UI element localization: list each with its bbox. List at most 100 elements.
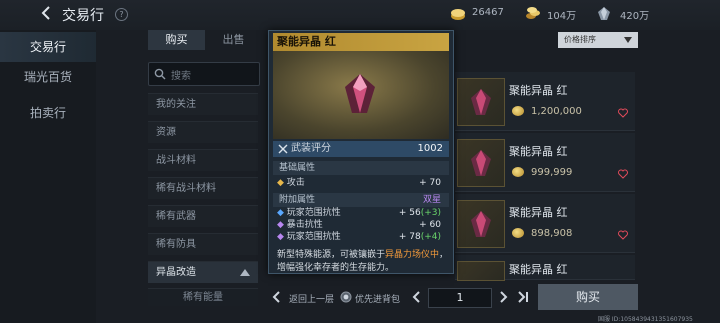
page-last-icon[interactable] [516,290,530,304]
base-attr-header: 基础属性 [273,161,449,175]
item-tooltip: 聚能异晶 红 武装评分 1002 基础属性 ◆ 攻击 + 70 附加属性 双星 … [268,30,454,274]
listing-price: 898,908 [531,228,573,239]
listing-name: 聚能异晶 红 [509,145,568,158]
crystal-item-icon [471,211,491,237]
extra-attr-row: ◆ 暴击抗性 + 60 [277,219,447,231]
attr-name: 暴击抗性 [286,220,323,230]
item-description: 新型特殊能源，可被镶嵌于异晶力场仪中，增幅强化幸存者的生存能力。 [277,249,449,275]
back-arrow-icon[interactable] [38,5,54,21]
extra-attr-row: ◆ 玩家范围抗性 + 56(+3) [277,207,447,219]
sidebar-item-trade[interactable]: 交易行 [0,32,96,62]
crystal-icon [598,7,610,20]
price-coin-icon [512,167,524,177]
attr-name: 玩家范围抗性 [286,208,341,218]
tab-buy[interactable]: 购买 [148,30,205,50]
listing-row[interactable]: 聚能异晶 红 1,200,000 [455,72,635,131]
sidebar: 交易行 瑞光百货 拍卖行 [0,30,96,323]
attr-value: + 70 [419,178,441,188]
top-bar: 交易行 ? 26467 104万 420万 [0,0,720,30]
sidebar-item-department-store[interactable]: 瑞光百货 [0,62,96,92]
attr-value: + 56 [398,208,421,218]
attr-name: 玩家范围抗性 [286,232,341,242]
attr-value-group: + 78(+4) [399,231,441,243]
item-thumbnail [457,78,505,126]
listing-name: 聚能异晶 红 [509,84,568,97]
gold-amount: 26467 [472,7,504,18]
radio-toggle-icon[interactable] [340,291,352,303]
diamond-bullet-icon: ◆ [277,178,284,188]
category-label: 异晶改造 [156,267,196,278]
listing-row[interactable]: 聚能异晶 红 898,908 [455,194,635,253]
crystal-item-icon [471,89,491,115]
item-art [273,51,449,139]
favorite-heart-icon[interactable] [618,108,628,118]
caret-up-icon [240,269,250,276]
help-icon[interactable]: ? [115,8,128,21]
gold-coin-icon [451,9,465,20]
page-number[interactable]: 1 [428,288,492,308]
crystal-item-icon [471,150,491,176]
extra-attr-title: 附加属性 [279,195,316,205]
extra-attr-header: 附加属性 双星 [273,193,449,207]
chevron-down-icon [624,37,632,43]
score-label: 武装评分 [291,143,331,154]
back-level-button[interactable]: 返回上一层 [289,292,334,305]
subcategory-item[interactable]: 稀有能量 [148,288,258,306]
diamond-bullet-icon: ◆ [277,232,284,242]
extra-attr-row: ◆ 玩家范围抗性 + 78(+4) [277,231,447,243]
listing-name: 聚能异晶 红 [509,206,568,219]
page-prev-icon[interactable] [410,290,424,304]
category-item[interactable]: 战斗材料 [148,149,258,171]
desc-text: 新型特殊能源，可被镶嵌于 [277,250,386,260]
category-item[interactable]: 我的关注 [148,93,258,115]
attr-value-group: + 56(+3) [399,207,441,219]
item-thumbnail [457,200,505,248]
favorite-heart-icon[interactable] [618,230,628,240]
category-item-open[interactable]: 异晶改造 [148,261,258,283]
listing-row[interactable]: 聚能异晶 红 999,999 [455,133,635,192]
category-item[interactable]: 资源 [148,121,258,143]
price-coin-icon [512,106,524,116]
price-coin-icon [512,228,524,238]
sort-dropdown[interactable]: 价格排序 [558,32,638,48]
listing-name: 聚能异晶 红 [509,263,568,276]
search-input[interactable]: 搜索 [148,62,260,86]
prefer-bag-label[interactable]: 优先进背包 [355,292,400,305]
page-next-icon[interactable] [496,290,510,304]
desc-highlight: 异晶力场仪中 [385,250,440,260]
attr-bonus: (+4) [420,232,441,242]
base-attr-row: ◆ 攻击 + 70 [277,177,447,189]
coin-stack-icon [526,7,540,19]
diamond-bullet-icon: ◆ [277,208,284,218]
armament-score-bar: 武装评分 1002 [273,141,449,157]
search-placeholder: 搜索 [171,71,191,82]
user-id-label: 国服 ID:1058439431351607935 [598,316,693,323]
back-level-arrow-icon[interactable] [270,290,284,304]
tab-sell[interactable]: 出售 [205,30,262,50]
category-item[interactable]: 稀有武器 [148,205,258,227]
listing-price: 1,200,000 [531,106,582,117]
sort-label: 价格排序 [564,35,596,44]
category-item[interactable]: 稀有战斗材料 [148,177,258,199]
search-icon [154,68,166,80]
item-thumbnail [457,139,505,187]
tooltip-title: 聚能异晶 红 [273,33,449,51]
sidebar-item-auction[interactable]: 拍卖行 [0,98,96,128]
red-crystal-icon [345,74,375,113]
attr-name: 攻击 [286,178,305,188]
item-thumbnail [457,261,505,281]
diamond-bullet-icon: ◆ [277,220,284,230]
favorite-heart-icon[interactable] [618,169,628,179]
buy-button[interactable]: 购买 [538,284,638,310]
double-star-tag: 双星 [422,195,441,205]
page-title: 交易行 [62,8,104,24]
listing-price: 999,999 [531,167,573,178]
category-item[interactable]: 稀有防具 [148,233,258,255]
attr-value: + 78 [398,232,421,242]
score-value: 1002 [417,143,443,154]
coin-amount: 104万 [547,11,577,22]
crystal-amount: 420万 [620,11,650,22]
attr-bonus: (+3) [420,208,441,218]
attr-value: + 60 [419,220,441,230]
listing-row[interactable]: 聚能异晶 红 [455,255,635,281]
